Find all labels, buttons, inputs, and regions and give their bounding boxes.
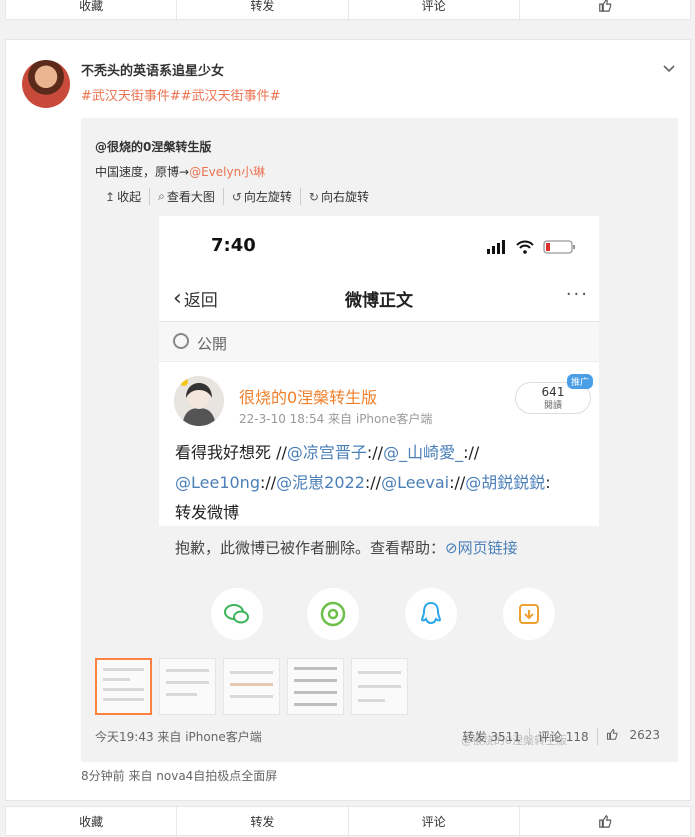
avatar[interactable]: [22, 60, 70, 108]
promote-badge: 推广: [566, 374, 593, 389]
thumbnail[interactable]: [223, 658, 280, 715]
thumbs-up-icon: [599, 0, 612, 12]
repost-button[interactable]: 转发: [177, 807, 349, 835]
comment-button[interactable]: 评论: [349, 807, 520, 835]
share-row: [159, 568, 599, 646]
content-text: :: [545, 473, 551, 492]
topic-link[interactable]: #武汉天街事件##武汉天街事件#: [81, 85, 281, 104]
status-icons: [487, 240, 575, 254]
thumbnail[interactable]: [351, 658, 408, 715]
quote-author[interactable]: @很烧的0涅槃转生版: [95, 138, 211, 155]
mention: @Leevai: [381, 473, 450, 492]
arrow-up-icon: ↥: [105, 189, 116, 204]
content-text: 看得我好想死 //: [175, 443, 287, 462]
weibo-card: 不秃头的英语系追星少女 #武汉天街事件##武汉天街事件# @很烧的0涅槃转生版 …: [5, 39, 691, 801]
image-toolbar: ↥ 收起 ⌕ 查看大图 ↺ 向左旋转 ↻ 向右旋转: [105, 188, 385, 205]
save-image-icon: [503, 588, 555, 640]
quote-text: 中国速度，原博→@Evelyn小琳: [95, 163, 265, 180]
rotate-left-button[interactable]: ↺ 向左旋转: [232, 188, 301, 205]
phone-username: 很烧的0涅槃转生版: [239, 388, 378, 407]
quote-comment-button[interactable]: 评论 118: [530, 728, 598, 745]
like-button[interactable]: [520, 807, 690, 835]
content-text: 转发微博: [175, 503, 240, 522]
content-text: ://: [463, 443, 480, 462]
favorite-button[interactable]: 收藏: [6, 0, 178, 19]
thumbnail[interactable]: [159, 658, 216, 715]
thumbs-up-icon: [606, 728, 618, 740]
thumbnail[interactable]: [95, 658, 152, 715]
deleted-notice: 抱歉，此微博已被作者删除。查看帮助：⊘网页链接: [159, 526, 599, 568]
phone-avatar: [174, 376, 224, 426]
favorite-button[interactable]: 收藏: [6, 807, 178, 835]
bottom-action-bar: 收藏 转发 评论: [5, 806, 691, 836]
thumbnail[interactable]: [287, 658, 344, 715]
rotate-right-button[interactable]: ↻ 向右旋转: [309, 188, 377, 205]
comment-button[interactable]: 评论: [349, 0, 520, 19]
moments-icon: [307, 588, 359, 640]
magnifier-icon: ⌕: [158, 189, 165, 203]
mention: @Lee10ng: [175, 473, 260, 492]
chevron-down-icon[interactable]: [662, 62, 676, 76]
rotate-left-icon: ↺: [231, 189, 242, 204]
like-button[interactable]: [520, 0, 690, 19]
quote-text-prefix: 中国速度，原博→: [95, 165, 190, 179]
post-source: 8分钟前 来自 nova4自拍极点全面屏: [81, 769, 278, 783]
globe-icon: [173, 333, 189, 349]
rotate-left-label: 向左旋转: [243, 190, 292, 204]
phone-post: 很烧的0涅槃转生版 22-3-10 18:54 来自 iPhone客户端 641…: [159, 362, 599, 522]
web-link: 网页链接: [457, 539, 518, 557]
deleted-text: 抱歉，此微博已被作者删除。查看帮助：: [175, 539, 446, 557]
status-time: 7:40: [211, 235, 256, 256]
qq-icon: [405, 588, 457, 640]
mention: @胡鋭鋭鋭: [465, 473, 546, 492]
view-large-label: 查看大图: [166, 190, 215, 204]
content-text: ://: [364, 473, 382, 492]
phone-nav-bar: ‹ 返回 微博正文 ···: [159, 276, 599, 322]
view-large-button[interactable]: ⌕ 查看大图: [158, 188, 224, 205]
visibility-label: 公開: [197, 335, 228, 353]
content-text: ://: [449, 473, 466, 492]
mention: @_山崎愛_: [383, 443, 464, 462]
quote-footer: 今天19:43 来自 iPhone客户端: [95, 730, 262, 744]
mention-link[interactable]: @Evelyn小琳: [189, 165, 265, 179]
quote-actions: 转发 3511 评论 118 2623: [455, 728, 660, 745]
top-action-bar: 收藏 转发 评论: [5, 0, 691, 20]
thumbnail-strip: [95, 658, 408, 715]
mention: @泥崽2022: [276, 473, 365, 492]
collapse-label: 收起: [117, 190, 142, 204]
mention: @凉宫晋子: [286, 443, 367, 462]
status-bar: 7:40: [159, 216, 599, 276]
phone-page-title: 微博正文: [345, 291, 413, 311]
quoted-post: @很烧的0涅槃转生版 中国速度，原博→@Evelyn小琳 ↥ 收起 ⌕ 查看大图 ↺…: [81, 118, 678, 762]
quote-repost-button[interactable]: 转发 3511: [455, 728, 530, 745]
thumbs-up-icon: [599, 814, 612, 828]
quote-like-button[interactable]: 2623: [598, 728, 660, 745]
read-count-value: 641: [541, 385, 565, 399]
rotate-right-icon: ↻: [308, 189, 319, 204]
phone-post-content: 看得我好想死 //@凉宫晋子://@_山崎愛_:// @Lee10ng://@泥…: [175, 438, 585, 528]
collapse-button[interactable]: ↥ 收起: [105, 188, 151, 205]
content-text: ://: [259, 473, 277, 492]
repost-button[interactable]: 转发: [177, 0, 349, 19]
visibility-row: 公開: [159, 322, 599, 362]
username[interactable]: 不秃头的英语系追星少女: [81, 60, 224, 79]
phone-post-meta: 22-3-10 18:54 来自 iPhone客户端: [239, 412, 433, 426]
rotate-right-label: 向右旋转: [320, 190, 369, 204]
more-icon[interactable]: ···: [566, 284, 589, 305]
quote-like-count: 2623: [629, 728, 660, 742]
wechat-icon: [211, 588, 263, 640]
content-text: ://: [366, 443, 384, 462]
link-icon: ⊘: [445, 539, 458, 557]
enlarged-image[interactable]: 7:40 ‹ 返回 微博正文 ··· 公開 很烧的0涅槃转生版 22-3-10 …: [159, 216, 599, 646]
read-count-label: 閱讀: [543, 401, 562, 411]
